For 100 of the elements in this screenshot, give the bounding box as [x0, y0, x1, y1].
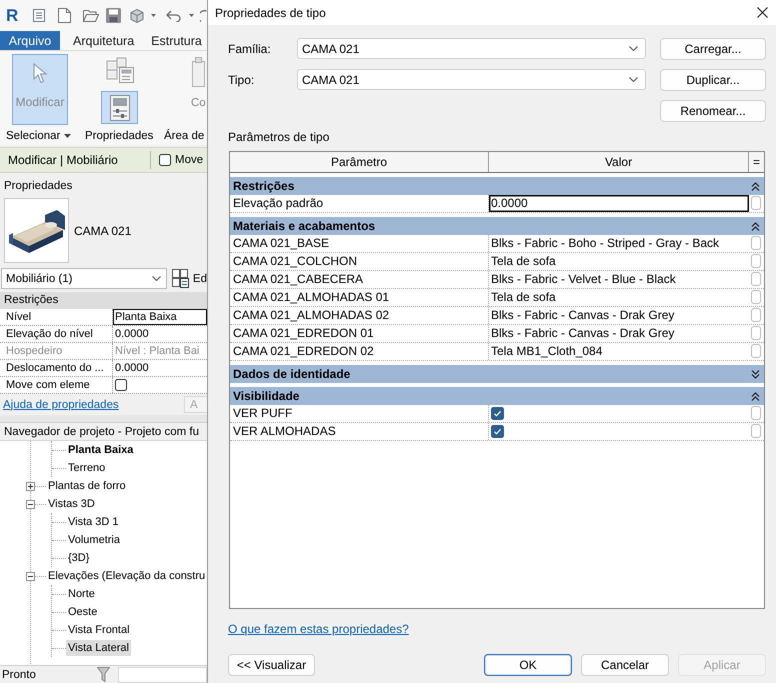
column-header: Parâmetro	[230, 152, 489, 172]
group-header: Restrições	[0, 292, 207, 309]
tree-item[interactable]: Planta Baixa	[66, 442, 136, 458]
new-document-icon[interactable]	[58, 8, 71, 23]
dialog-title: Propriedades de tipo	[215, 6, 326, 20]
checkbox[interactable]	[491, 407, 504, 420]
group-title: Restrições	[233, 179, 294, 193]
cursor-icon	[33, 63, 47, 84]
undo-icon[interactable]	[166, 10, 182, 22]
property-name: Deslocamento do ...	[5, 361, 105, 376]
panel-label: Área de	[164, 130, 206, 142]
parameter-name: CAMA 021_EDREDON 02	[232, 343, 375, 360]
parameter-name: CAMA 021_ALMOHADAS 01	[232, 289, 390, 306]
app-logo[interactable]: R	[6, 6, 17, 24]
help-link[interactable]: Ajuda de propriedades	[3, 398, 119, 410]
parameter-name: CAMA 021_CABECERA	[232, 271, 364, 288]
tree-item[interactable]: Vista Lateral	[66, 640, 131, 656]
chevron-down-icon	[629, 77, 638, 82]
edit-type-button[interactable]: Ed	[172, 269, 207, 288]
ok-button[interactable]: OK	[484, 654, 572, 676]
duplicate-button[interactable]: Duplicar...	[660, 68, 766, 90]
group-title: Visibilidade	[233, 389, 300, 403]
cube-icon[interactable]	[130, 8, 144, 22]
tree-item[interactable]: Elevações (Elevação da constru	[46, 568, 207, 584]
close-icon[interactable]	[757, 7, 768, 18]
tree-item[interactable]: Norte	[66, 586, 97, 602]
section-label: Parâmetros de tipo	[228, 130, 330, 144]
cancel-button[interactable]: Cancelar	[581, 654, 669, 676]
family-dropdown[interactable]: CAMA 021	[297, 38, 646, 59]
tree-item[interactable]: Terreno	[66, 460, 108, 476]
double-chevron-up-icon[interactable]	[751, 222, 760, 230]
panel-title: Navegador de projeto - Projeto com fu	[0, 423, 207, 441]
property-name: Nível	[5, 310, 32, 325]
parameter-name: VER PUFF	[232, 405, 294, 422]
ribbon-tab[interactable]: Estrutura	[151, 31, 202, 50]
field-label: Tipo:	[228, 72, 256, 86]
checkbox[interactable]	[159, 154, 171, 166]
load-button[interactable]: Carregar...	[660, 38, 766, 60]
parameter-name: CAMA 021_COLCHON	[232, 253, 358, 270]
dropdown-arrow-icon[interactable]	[151, 14, 156, 17]
chevron-down-icon	[629, 46, 638, 51]
parameter-value[interactable]: Tela de sofa	[488, 289, 749, 306]
status-field[interactable]	[118, 666, 207, 682]
column-header: =	[752, 154, 761, 171]
apply-button: Aplicar	[678, 654, 766, 676]
parameter-value[interactable]: Tela MB1_Cloth_084	[488, 343, 749, 360]
save-icon[interactable]	[106, 8, 121, 23]
dropdown-arrow-icon[interactable]	[189, 14, 194, 17]
status-text: Pronto	[2, 668, 37, 680]
file-tab[interactable]: Arquivo	[0, 31, 60, 50]
category-dropdown[interactable]: Mobiliário (1)	[1, 268, 167, 289]
preview-button[interactable]: << Visualizar	[228, 654, 315, 676]
edit-type-icon	[172, 269, 189, 288]
parameter-value[interactable]: Blks - Fabric - Velvet - Blue - Black	[488, 271, 749, 288]
parameter-value[interactable]: 0.0000	[488, 195, 749, 212]
column-header: Valor	[489, 152, 749, 172]
double-chevron-up-icon[interactable]	[751, 182, 760, 190]
properties-button[interactable]	[101, 91, 138, 124]
tree-item[interactable]: Vistas 3D	[46, 496, 97, 512]
group-title: Dados de identidade	[233, 367, 350, 381]
parameter-value[interactable]: Blks - Fabric - Canvas - Drak Grey	[488, 307, 749, 324]
tree-item[interactable]: Vista 3D 1	[66, 514, 121, 530]
tree-item[interactable]: Volumetria	[66, 532, 122, 548]
property-name: Hospedeiro	[5, 344, 64, 359]
checkbox[interactable]	[115, 379, 127, 391]
properties-icon	[110, 94, 130, 120]
parameter-name: CAMA 021_ALMOHADAS 02	[232, 307, 390, 324]
parameter-value[interactable]: Blks - Fabric - Canvas - Drak Grey	[488, 325, 749, 342]
parameter-name: CAMA 021_BASE	[232, 235, 330, 252]
parameter-name: Elevação padrão	[232, 195, 324, 212]
collapse-icon[interactable]	[26, 572, 35, 580]
parameter-name: CAMA 021_EDREDON 01	[232, 325, 375, 342]
type-properties-icon[interactable]	[106, 57, 134, 83]
collapse-icon[interactable]	[26, 500, 35, 508]
tree-item[interactable]: Oeste	[66, 604, 100, 620]
tree-item[interactable]: Vista Frontal	[66, 622, 132, 638]
panel-title: Propriedades	[3, 179, 74, 194]
group-title: Materiais e acabamentos	[233, 219, 376, 233]
expand-icon[interactable]	[26, 482, 35, 490]
checkbox-label: Move	[175, 154, 204, 166]
field-label: Família:	[228, 42, 272, 56]
parameter-name: VER ALMOHADAS	[232, 423, 337, 440]
panel-dropdown-button[interactable]: Selecionar	[6, 130, 85, 142]
funnel-icon[interactable]	[97, 667, 110, 682]
double-chevron-up-icon[interactable]	[751, 392, 760, 400]
type-dropdown[interactable]: CAMA 021	[297, 69, 646, 90]
tree-item[interactable]: Plantas de forro	[46, 478, 128, 494]
parameter-value[interactable]: Tela de sofa	[488, 253, 749, 270]
open-folder-icon[interactable]	[83, 9, 99, 22]
checkbox[interactable]	[491, 425, 504, 438]
tree-item[interactable]: {3D}	[66, 550, 92, 566]
rename-button[interactable]: Renomear...	[660, 100, 766, 122]
help-link[interactable]: O que fazem estas propriedades?	[228, 622, 409, 636]
panel-label: Propriedades	[85, 130, 154, 142]
property-value[interactable]: Planta Baixa	[112, 309, 207, 325]
list-icon[interactable]	[33, 9, 45, 22]
chevron-down-icon	[152, 276, 161, 281]
double-chevron-down-icon[interactable]	[751, 370, 760, 378]
ribbon-tab[interactable]: Arquitetura	[73, 31, 134, 50]
parameter-value[interactable]: Blks - Fabric - Boho - Striped - Gray - Back	[488, 235, 749, 252]
